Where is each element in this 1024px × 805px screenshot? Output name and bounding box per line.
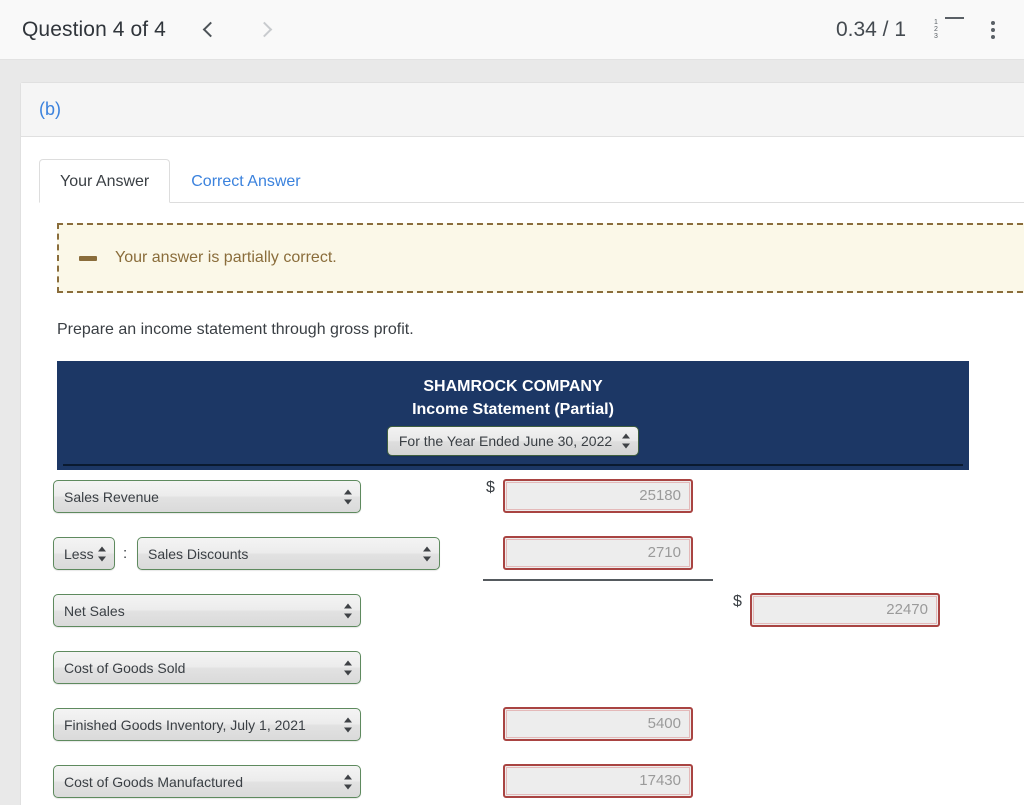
- numbered-list-icon[interactable]: 1 2 3: [934, 16, 964, 43]
- row-account-value: Finished Goods Inventory, July 1, 2021: [64, 716, 306, 733]
- question-card: (b) Your Answer Correct Answer Your answ…: [20, 82, 1024, 805]
- list-number-2: 2: [934, 25, 938, 33]
- tab-correct-answer[interactable]: Correct Answer: [170, 159, 321, 203]
- question-prompt: Prepare an income statement through gros…: [57, 321, 414, 338]
- company-name: SHAMROCK COMPANY: [423, 378, 603, 395]
- statement-row: Finished Goods Inventory, July 1, 2021 54…: [21, 698, 1024, 755]
- row-account-value: Net Sales: [64, 602, 125, 619]
- row-amount-input-sales-revenue[interactable]: 25180: [503, 479, 693, 513]
- status-banner-text: Your answer is partially correct.: [115, 249, 337, 266]
- row-colon: :: [123, 545, 128, 562]
- statement-row: Cost of Goods Sold: [21, 641, 1024, 698]
- next-question-button[interactable]: [246, 11, 284, 49]
- tab-your-answer[interactable]: Your Answer: [39, 159, 171, 203]
- row-amount-input-net-sales[interactable]: 22470: [750, 593, 940, 627]
- row-account-select-cost-of-goods-manufactured[interactable]: Cost of Goods Manufactured: [53, 765, 361, 798]
- list-number-1: 1: [934, 18, 938, 26]
- chevron-updown-icon: [423, 545, 431, 562]
- row-modifier-select-sales-discounts[interactable]: Less: [53, 537, 115, 570]
- page-title: Question 4 of 4: [22, 17, 166, 41]
- top-bar-right-group: 0.34 / 1 1 2 3: [835, 16, 1024, 43]
- kebab-menu-icon[interactable]: [980, 17, 1006, 43]
- row-account-select-net-sales[interactable]: Net Sales: [53, 594, 361, 627]
- status-banner: Your answer is partially correct.: [57, 223, 1024, 293]
- row-amount-input-finished-goods-inventory[interactable]: 5400: [503, 707, 693, 741]
- chevron-left-icon: [203, 21, 219, 38]
- page-body: (b) Your Answer Correct Answer Your answ…: [0, 60, 1024, 805]
- chevron-updown-icon: [622, 433, 631, 450]
- row-amount-input-cost-of-goods-manufactured[interactable]: 17430: [503, 764, 693, 798]
- row-account-value: Sales Revenue: [64, 488, 159, 505]
- row-account-value: Cost of Goods Sold: [64, 659, 186, 676]
- part-label: (b): [39, 99, 61, 119]
- chevron-updown-icon: [344, 773, 352, 790]
- statement-header-rule: [63, 464, 963, 466]
- period-select[interactable]: For the Year Ended June 30, 2022: [386, 426, 640, 456]
- chevron-updown-icon: [344, 659, 352, 676]
- part-header: (b): [21, 83, 1024, 137]
- row-amount-input-sales-discounts[interactable]: 2710: [503, 536, 693, 570]
- period-select-value: For the Year Ended June 30, 2022: [398, 433, 613, 449]
- row-modifier-value: Less: [64, 545, 94, 562]
- row-account-select-sales-discounts[interactable]: Sales Discounts: [137, 537, 440, 570]
- score-display: 0.34 / 1: [835, 17, 906, 41]
- currency-symbol: $: [733, 593, 742, 610]
- chevron-right-icon: [257, 21, 273, 38]
- chevron-updown-icon: [98, 545, 106, 562]
- chevron-updown-icon: [344, 488, 352, 505]
- previous-question-button[interactable]: [192, 11, 230, 49]
- row-account-value: Sales Discounts: [148, 545, 249, 562]
- row-account-select-cost-of-goods-sold[interactable]: Cost of Goods Sold: [53, 651, 361, 684]
- statement-row: Sales Revenue $25180: [21, 470, 1024, 527]
- statement-header: SHAMROCK COMPANY Income Statement (Parti…: [57, 361, 969, 470]
- statement-row: Less: Sales Discounts 2710: [21, 527, 1024, 584]
- row-account-select-sales-revenue[interactable]: Sales Revenue: [53, 480, 361, 513]
- minus-icon: [79, 255, 97, 261]
- list-number-3: 3: [934, 32, 938, 40]
- answer-tabs: Your Answer Correct Answer: [39, 159, 1024, 203]
- top-bar: Question 4 of 4 0.34 / 1 1 2 3: [0, 0, 1024, 60]
- subtotal-rule: [483, 579, 713, 581]
- row-account-value: Cost of Goods Manufactured: [64, 773, 243, 790]
- statement-row: Cost of Goods Manufactured 17430: [21, 755, 1024, 805]
- currency-symbol: $: [486, 479, 495, 496]
- chevron-updown-icon: [344, 716, 352, 733]
- statement-row: Net Sales $22470: [21, 584, 1024, 641]
- statement-rows: Sales Revenue $25180 Less: Sales Discounts 2…: [21, 470, 1024, 805]
- chevron-updown-icon: [344, 602, 352, 619]
- row-account-select-finished-goods-inventory[interactable]: Finished Goods Inventory, July 1, 2021: [53, 708, 361, 741]
- statement-title: Income Statement (Partial): [412, 401, 614, 418]
